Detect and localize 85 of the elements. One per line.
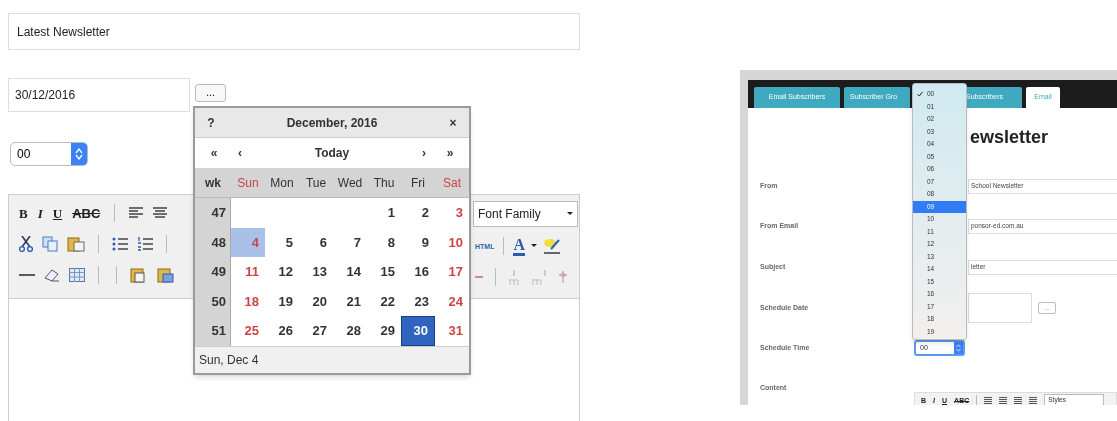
paste-word-icon[interactable] [157,267,175,283]
cut-icon[interactable] [19,236,33,252]
previous-year-button[interactable]: « [201,144,227,162]
calendar-day[interactable]: 29 [367,316,401,346]
align-right-icon[interactable] [1014,396,1023,404]
caret-icon[interactable] [565,211,575,217]
bold-button[interactable]: B [19,206,28,220]
calendar-day[interactable]: 7 [333,227,367,257]
calendar-day[interactable]: 6 [299,227,333,257]
week-number: 50 [195,286,231,316]
calendar-day[interactable]: 12 [265,257,299,287]
calendar-day[interactable]: 24 [435,286,469,316]
time-select[interactable]: 00 [10,142,88,166]
close-button[interactable]: × [443,113,463,132]
calendar-day[interactable]: 16 [401,257,435,287]
align-center-icon[interactable] [999,396,1008,404]
align-left-icon[interactable] [129,207,144,219]
calendar-day[interactable]: 9 [401,227,435,257]
calendar-day[interactable]: 20 [299,286,333,316]
calendar-day[interactable]: 1 [367,198,401,228]
weekday-header: Fri [410,174,426,192]
calendar-day[interactable]: 31 [435,316,469,346]
weekday-header: Wed [336,174,364,192]
calendar-day[interactable]: 3 [435,198,469,228]
next-month-button[interactable]: › [411,144,437,162]
calendar-day[interactable]: 5 [265,227,299,257]
status-text: Sun, Dec 4 [195,345,469,373]
today-button[interactable]: Today [253,144,411,162]
title-field[interactable]: Latest Newsletter [8,13,580,50]
bullet-list-icon[interactable] [112,237,128,251]
strikethrough-button[interactable]: ABC [72,206,101,220]
calendar-day[interactable]: 22 [367,286,401,316]
date-picker-button[interactable]: ... [195,84,226,102]
calendar-day[interactable]: 18 [231,286,265,316]
weekday-header: Thu [372,174,396,192]
calendar-title: December, 2016 [286,114,378,132]
justify-icon[interactable] [1029,396,1038,404]
paste-text-icon[interactable] [130,267,148,283]
stepper-icon[interactable] [75,148,83,160]
numbered-list-icon[interactable] [137,237,153,251]
help-button[interactable]: ? [201,113,221,132]
calendar-day[interactable]: 8 [367,227,401,257]
weekday-header: Sun [236,174,260,192]
calendar-day[interactable]: 15 [367,257,401,287]
weekday-header: Sat [442,174,462,192]
weekday-header: Tue [304,174,328,192]
calendar-day[interactable]: 10 [435,227,469,257]
next-year-button[interactable]: » [437,144,463,162]
underline-button[interactable]: U [52,206,63,220]
horizontal-rule-icon[interactable] [19,273,35,277]
calendar-day[interactable]: 27 [299,316,333,346]
date-field[interactable]: 30/12/2016 [8,78,190,112]
paste-icon[interactable] [67,236,85,252]
calendar-day[interactable]: 17 [435,257,469,287]
date-field[interactable] [968,293,1032,323]
calendar-day[interactable]: 28 [333,316,367,346]
align-left-icon[interactable] [984,396,993,404]
calendar-day[interactable]: 23 [401,286,435,316]
italic-button[interactable]: I [37,206,43,220]
highlight-icon[interactable] [543,237,561,255]
week-number: 51 [195,316,231,346]
previous-month-button[interactable]: ‹ [227,144,253,162]
dash-icon[interactable] [475,275,483,279]
calendar-day[interactable]: 14 [333,257,367,287]
week-number: 49 [195,257,231,287]
table-icon[interactable] [69,268,85,282]
caret-icon[interactable] [530,243,538,249]
calendar-day[interactable]: 26 [265,316,299,346]
column-header: wk [204,174,222,192]
weekday-header: Mon [269,174,295,192]
calendar-day[interactable]: 11 [231,257,265,287]
align-center-icon[interactable] [153,207,168,219]
copy-icon[interactable] [42,236,58,252]
page-heading: ewsletter [970,125,1049,149]
font-family-select[interactable]: Font Family [473,201,578,227]
calendar-day[interactable]: 25 [231,316,265,346]
calendar-day[interactable]: 13 [299,257,333,287]
calendar-day[interactable]: 21 [333,286,367,316]
calendar-day[interactable]: 19 [265,286,299,316]
font-color-button[interactable]: A [513,236,525,256]
week-number: 48 [195,227,231,257]
eraser-icon[interactable] [44,268,60,282]
calendar-day[interactable]: 2 [401,198,435,228]
calendar-day[interactable]: 30 [401,316,435,346]
week-number: 47 [195,198,231,228]
